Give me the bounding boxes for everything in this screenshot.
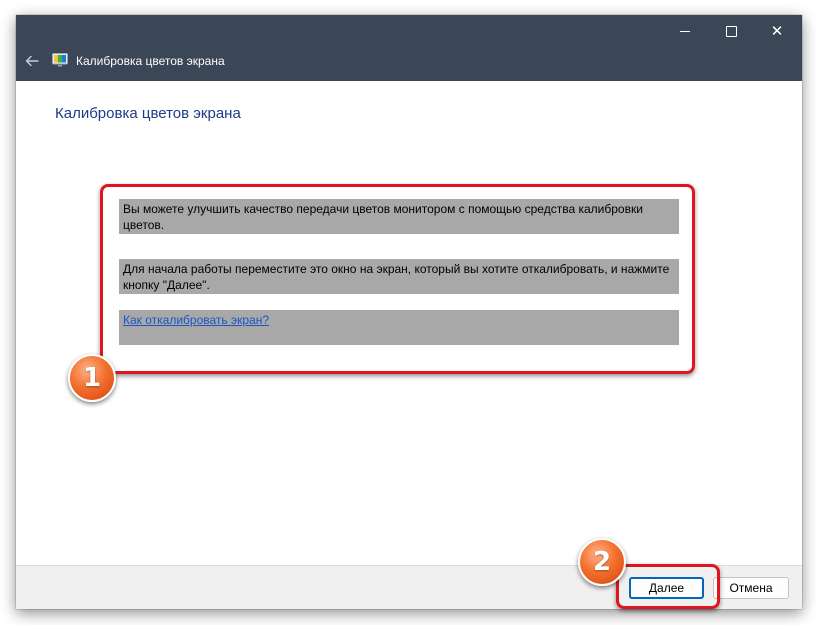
maximize-icon — [725, 25, 737, 37]
intro-paragraph: Вы можете улучшить качество передачи цве… — [119, 199, 679, 234]
minimize-icon — [680, 30, 690, 32]
title-bar[interactable]: ✕ Калибровка цветов экрана — [16, 15, 802, 81]
cancel-button[interactable]: Отмена — [713, 577, 789, 599]
instruction-paragraph: Для начала работы переместите это окно н… — [119, 259, 679, 294]
content-area: Калибровка цветов экрана Вы можете улучш… — [16, 81, 802, 565]
close-icon: ✕ — [770, 21, 784, 40]
annotation-badge-2: 2 — [578, 538, 626, 586]
back-arrow-icon — [25, 55, 39, 67]
window-title: Калибровка цветов экрана — [76, 54, 225, 68]
help-link-container: Как откалибровать экран? — [119, 310, 679, 345]
back-button[interactable] — [22, 51, 42, 71]
footer-bar: Далее Отмена — [16, 565, 802, 609]
page-title: Калибровка цветов экрана — [55, 105, 241, 122]
help-link[interactable]: Как откалибровать экран? — [123, 313, 269, 327]
minimize-button[interactable] — [662, 15, 708, 47]
maximize-button[interactable] — [708, 15, 754, 47]
annotation-badge-1: 1 — [68, 354, 116, 402]
monitor-icon — [52, 53, 68, 67]
next-button[interactable]: Далее — [629, 577, 704, 599]
close-button[interactable]: ✕ — [754, 15, 800, 47]
calibration-window: ✕ Калибровка цветов экрана Калибровка цв… — [16, 15, 802, 609]
